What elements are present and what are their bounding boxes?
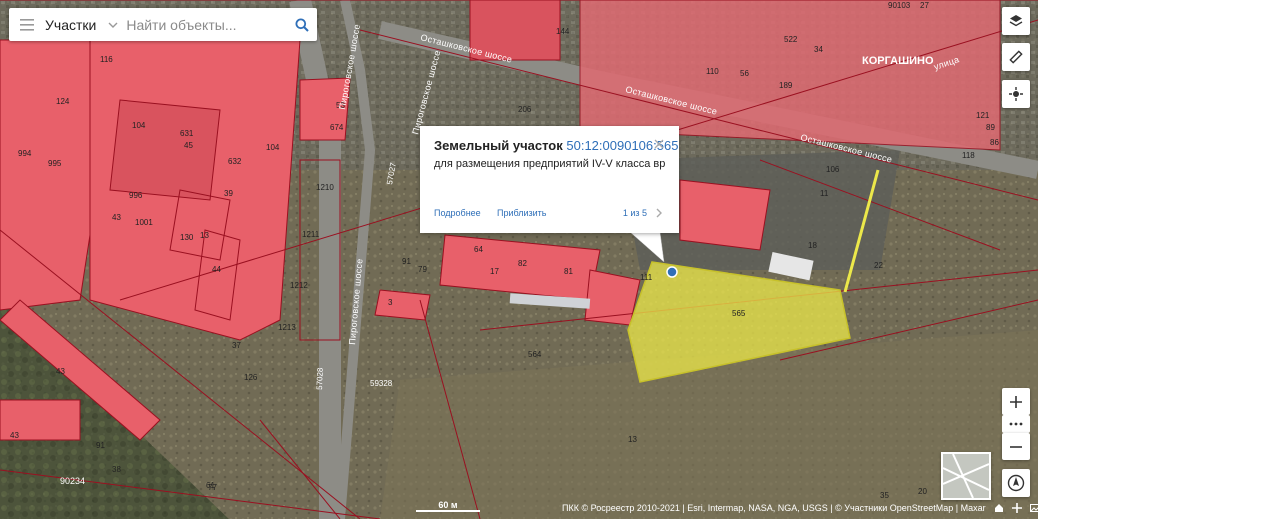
ruler-icon — [1009, 50, 1023, 64]
map-canvas[interactable]: 144 116 124 104 994 995 996 632 631 45 53 674 1210 12… — [0, 0, 1038, 519]
search-icon[interactable] — [287, 8, 317, 41]
zoom-out-button[interactable] — [1002, 433, 1030, 460]
attribution-text: ПКК © Росреестр 2010-2021 | Esri, Interm… — [562, 503, 986, 513]
more-button[interactable] — [1002, 415, 1030, 433]
minus-icon — [1010, 445, 1022, 448]
zoom-in-button[interactable] — [1002, 388, 1030, 415]
crosshair-icon — [1009, 87, 1023, 101]
plus-icon — [1010, 395, 1022, 408]
scale-bar: 60 м — [416, 500, 480, 512]
measure-button[interactable] — [1002, 43, 1030, 71]
dots-icon — [1009, 422, 1023, 426]
scale-line — [416, 510, 480, 512]
zoom-to-link[interactable]: Приблизить — [497, 208, 547, 218]
chevron-right-icon[interactable] — [655, 206, 665, 218]
popup-pager: 1 из 5 — [622, 208, 647, 218]
layers-button[interactable] — [1002, 7, 1030, 35]
map-imagery — [0, 0, 1038, 519]
scale-label: 60 м — [438, 500, 458, 510]
side-blank — [1038, 0, 1280, 519]
compass-button[interactable] — [1002, 469, 1030, 497]
layer-select[interactable]: Участки — [45, 17, 120, 33]
layer-select-label: Участки — [45, 16, 97, 33]
popup-title-text: Земельный участок — [434, 138, 563, 153]
popup-title: Земельный участок 50:12:0090106:565 — [434, 138, 678, 153]
layers-icon — [1009, 15, 1023, 27]
search-input[interactable] — [124, 15, 287, 34]
menu-icon[interactable] — [9, 8, 45, 41]
image-icon[interactable] — [1029, 503, 1040, 513]
search-bar: Участки — [9, 8, 317, 41]
home-icon[interactable] — [994, 503, 1004, 513]
compass-icon — [1007, 474, 1025, 492]
move-icon[interactable] — [1011, 503, 1022, 513]
chevron-down-icon — [106, 18, 120, 32]
details-link[interactable]: Подробнее — [434, 208, 481, 218]
popup-description: для размещения предприятий IV-V класса в… — [434, 158, 666, 170]
basemap-toggle[interactable] — [941, 452, 991, 500]
parcel-popup: Земельный участок 50:12:0090106:565 для … — [420, 126, 679, 233]
locate-button[interactable] — [1002, 80, 1030, 108]
minimap-thumbnail — [943, 454, 989, 498]
close-icon[interactable] — [653, 137, 667, 151]
attribution: ПКК © Росреестр 2010-2021 | Esri, Interm… — [562, 501, 1040, 515]
